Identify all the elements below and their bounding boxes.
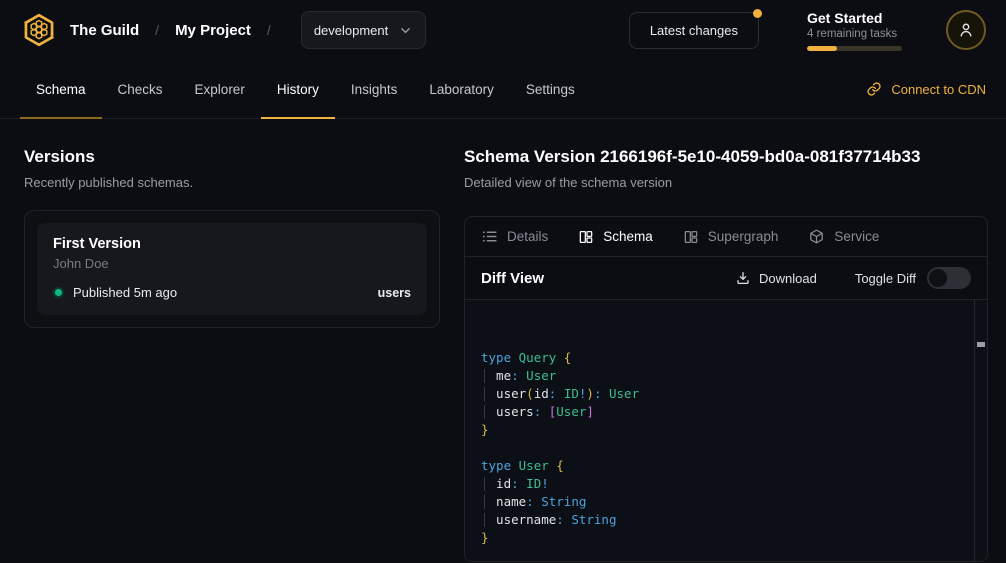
diff-toolbar: Diff View Download Toggle Diff bbox=[465, 257, 987, 300]
vertical-scrollbar[interactable] bbox=[974, 300, 987, 562]
download-label: Download bbox=[759, 271, 817, 286]
app-root: The Guild / My Project / development Lat… bbox=[0, 0, 1006, 563]
cube-icon bbox=[808, 228, 825, 245]
toggle-diff-label: Toggle Diff bbox=[855, 271, 916, 286]
get-started-widget[interactable]: Get Started 4 remaining tasks bbox=[807, 10, 902, 51]
chevron-down-icon bbox=[398, 23, 413, 38]
code-line: username: String bbox=[481, 511, 961, 529]
version-status-row: Published 5m ago users bbox=[53, 285, 411, 300]
published-status-dot bbox=[53, 287, 64, 298]
version-author: John Doe bbox=[53, 256, 411, 271]
code-line: } bbox=[481, 421, 961, 439]
content: Versions Recently published schemas. Fir… bbox=[0, 119, 1006, 563]
connect-to-cdn-label: Connect to CDN bbox=[891, 82, 986, 97]
latest-changes-label: Latest changes bbox=[650, 23, 738, 38]
breadcrumb-organization[interactable]: The Guild bbox=[70, 22, 139, 39]
versions-title: Versions bbox=[24, 147, 440, 167]
get-started-progress bbox=[807, 46, 902, 51]
target-selector-value: development bbox=[314, 23, 388, 38]
latest-changes-button[interactable]: Latest changes bbox=[629, 12, 759, 49]
service-badge: users bbox=[378, 286, 411, 300]
tab-laboratory[interactable]: Laboratory bbox=[413, 60, 510, 118]
layout-icon bbox=[578, 229, 594, 245]
breadcrumb: The Guild / My Project / development bbox=[70, 11, 426, 49]
detail-tab-supergraph[interactable]: Supergraph bbox=[683, 229, 779, 245]
tab-checks[interactable]: Checks bbox=[102, 60, 179, 118]
schema-code-viewer[interactable]: type Query { me: User user(id: ID!): Use… bbox=[465, 300, 987, 562]
code-line: name: String bbox=[481, 493, 961, 511]
tab-settings[interactable]: Settings bbox=[510, 60, 591, 118]
code-line: } bbox=[481, 529, 961, 547]
top-header: The Guild / My Project / development Lat… bbox=[0, 0, 1006, 60]
progress-fill bbox=[807, 46, 837, 51]
notification-dot bbox=[753, 9, 762, 18]
detail-tab-label: Supergraph bbox=[708, 229, 779, 244]
code-line: users: [User] bbox=[481, 403, 961, 421]
switch-knob bbox=[929, 269, 947, 287]
code-line: me: User bbox=[481, 367, 961, 385]
versions-subtitle: Recently published schemas. bbox=[24, 175, 440, 190]
main-nav: Schema Checks Explorer History Insights … bbox=[0, 60, 1006, 119]
versions-list: First Version John Doe Published 5m ago … bbox=[24, 210, 440, 328]
tab-explorer[interactable]: Explorer bbox=[179, 60, 261, 118]
list-icon bbox=[481, 228, 498, 245]
breadcrumb-separator: / bbox=[155, 22, 159, 38]
code-line: id: ID! bbox=[481, 475, 961, 493]
detail-tab-label: Service bbox=[834, 229, 879, 244]
version-status: Published 5m ago bbox=[73, 285, 177, 300]
detail-tab-details[interactable]: Details bbox=[481, 228, 548, 245]
version-name: First Version bbox=[53, 236, 411, 252]
hive-logo-icon[interactable] bbox=[20, 11, 58, 49]
version-detail-title: Schema Version 2166196f-5e10-4059-bd0a-0… bbox=[464, 147, 988, 167]
scrollbar-thumb[interactable] bbox=[977, 342, 985, 347]
breadcrumb-project[interactable]: My Project bbox=[175, 22, 251, 39]
layout-icon bbox=[683, 229, 699, 245]
code-line bbox=[481, 439, 961, 457]
detail-tab-schema[interactable]: Schema bbox=[578, 229, 653, 245]
version-list-item[interactable]: First Version John Doe Published 5m ago … bbox=[37, 223, 427, 315]
connect-to-cdn-button[interactable]: Connect to CDN bbox=[866, 60, 986, 118]
version-detail-panel: Schema Version 2166196f-5e10-4059-bd0a-0… bbox=[464, 147, 988, 563]
tab-schema[interactable]: Schema bbox=[20, 60, 102, 118]
tab-history[interactable]: History bbox=[261, 60, 335, 118]
detail-tabs: Details Schema bbox=[465, 217, 987, 257]
get-started-subtitle: 4 remaining tasks bbox=[807, 28, 902, 40]
target-selector[interactable]: development bbox=[301, 11, 426, 49]
code-line: type User { bbox=[481, 457, 961, 475]
download-icon bbox=[735, 270, 751, 286]
toggle-diff-switch[interactable] bbox=[927, 267, 971, 289]
detail-tab-label: Details bbox=[507, 229, 548, 244]
tab-insights[interactable]: Insights bbox=[335, 60, 414, 118]
link-icon bbox=[866, 81, 882, 97]
breadcrumb-separator: / bbox=[267, 22, 271, 38]
user-avatar[interactable] bbox=[946, 10, 986, 50]
schema-viewer-panel: Details Schema bbox=[464, 216, 988, 562]
get-started-title: Get Started bbox=[807, 10, 902, 26]
diff-view-title: Diff View bbox=[481, 270, 544, 287]
versions-panel: Versions Recently published schemas. Fir… bbox=[24, 147, 440, 563]
detail-tab-label: Schema bbox=[603, 229, 653, 244]
version-detail-subtitle: Detailed view of the schema version bbox=[464, 175, 988, 190]
code-line: user(id: ID!): User bbox=[481, 385, 961, 403]
person-icon bbox=[956, 20, 976, 40]
download-button[interactable]: Download bbox=[735, 270, 817, 286]
detail-tab-service[interactable]: Service bbox=[808, 228, 879, 245]
code-line: type Query { bbox=[481, 349, 961, 367]
